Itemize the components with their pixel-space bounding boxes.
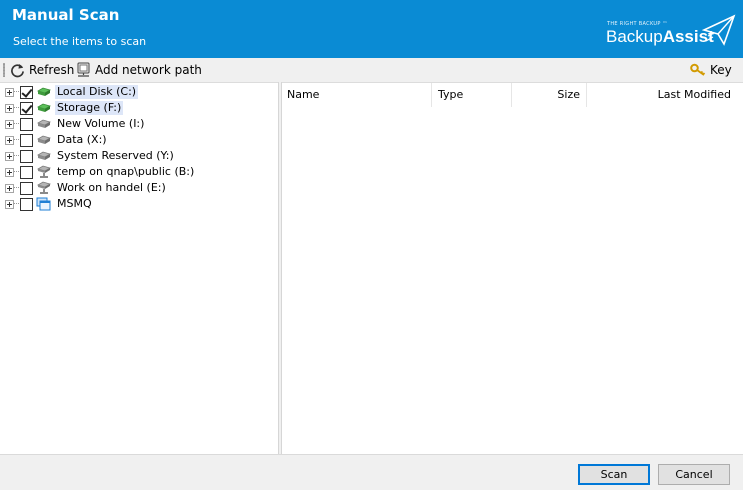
network-drive-add-icon bbox=[77, 62, 90, 77]
tree-connector bbox=[14, 139, 19, 141]
add-network-path-button[interactable]: Add network path bbox=[76, 61, 202, 79]
column-header-last-modified[interactable]: Last Modified bbox=[587, 83, 738, 107]
drive-green-icon bbox=[37, 87, 51, 96]
item-checkbox[interactable] bbox=[20, 117, 33, 131]
dialog-title: Manual Scan bbox=[12, 6, 120, 24]
source-tree[interactable]: Local Disk (C:) Storage (F:) New Volume … bbox=[0, 82, 278, 455]
tree-item-label: MSMQ bbox=[57, 197, 92, 210]
tree-connector bbox=[14, 203, 19, 205]
item-checkbox[interactable] bbox=[20, 197, 33, 211]
expand-toggle[interactable] bbox=[5, 119, 14, 129]
drive-green-icon bbox=[37, 103, 51, 112]
network-drive-icon bbox=[37, 181, 51, 194]
drive-gray-icon bbox=[37, 135, 51, 144]
paper-plane-icon bbox=[702, 14, 736, 46]
expand-toggle[interactable] bbox=[5, 199, 14, 209]
tree-item-label: Work on handel (E:) bbox=[57, 181, 166, 194]
tree-item[interactable]: Work on handel (E:) bbox=[0, 180, 168, 196]
tree-item[interactable]: temp on qnap\public (B:) bbox=[0, 164, 196, 180]
add-network-path-label: Add network path bbox=[95, 63, 202, 77]
tree-connector bbox=[14, 123, 19, 125]
tree-connector bbox=[14, 171, 19, 173]
tree-item-label: Storage (F:) bbox=[55, 101, 124, 115]
file-list-header: Name Type Size Last Modified bbox=[282, 83, 743, 107]
tree-item[interactable]: Data (X:) bbox=[0, 132, 109, 148]
tree-item[interactable]: System Reserved (Y:) bbox=[0, 148, 176, 164]
refresh-button[interactable]: Refresh bbox=[10, 61, 74, 79]
dialog-footer: Scan Cancel bbox=[0, 454, 743, 490]
expand-toggle[interactable] bbox=[5, 87, 14, 97]
drive-gray-icon bbox=[37, 151, 51, 160]
tree-item-label: System Reserved (Y:) bbox=[57, 149, 174, 162]
brand-name-light: Backup bbox=[606, 27, 663, 46]
toolbar-grip[interactable] bbox=[3, 63, 5, 77]
toolbar: Refresh Add network path Key bbox=[0, 58, 743, 82]
key-icon bbox=[690, 63, 706, 76]
item-checkbox[interactable] bbox=[20, 85, 33, 99]
tree-item[interactable]: New Volume (I:) bbox=[0, 116, 146, 132]
key-label: Key bbox=[710, 63, 732, 77]
column-header-size[interactable]: Size bbox=[512, 83, 587, 107]
expand-toggle[interactable] bbox=[5, 167, 14, 177]
refresh-icon bbox=[11, 63, 24, 77]
cancel-button[interactable]: Cancel bbox=[658, 464, 730, 485]
file-list[interactable]: Name Type Size Last Modified bbox=[282, 82, 743, 455]
msmq-icon bbox=[36, 197, 51, 211]
tree-connector bbox=[14, 155, 19, 157]
item-checkbox[interactable] bbox=[20, 133, 33, 147]
drive-gray-icon bbox=[37, 119, 51, 128]
tree-connector bbox=[14, 91, 19, 93]
header-banner: Manual Scan Select the items to scan THE… bbox=[0, 0, 743, 58]
scan-button[interactable]: Scan bbox=[578, 464, 650, 485]
column-header-name[interactable]: Name bbox=[282, 83, 432, 107]
expand-toggle[interactable] bbox=[5, 135, 14, 145]
tree-item[interactable]: MSMQ bbox=[0, 196, 94, 212]
column-header-type[interactable]: Type bbox=[432, 83, 512, 107]
key-button[interactable]: Key bbox=[690, 61, 732, 79]
brand-logo: THE RIGHT BACKUP ™ BackupAssist bbox=[606, 14, 738, 50]
network-drive-icon bbox=[37, 165, 51, 178]
expand-toggle[interactable] bbox=[5, 103, 14, 113]
item-checkbox[interactable] bbox=[20, 101, 33, 115]
expand-toggle[interactable] bbox=[5, 151, 14, 161]
item-checkbox[interactable] bbox=[20, 149, 33, 163]
refresh-label: Refresh bbox=[29, 63, 75, 77]
tree-item-label: temp on qnap\public (B:) bbox=[57, 165, 195, 178]
tree-connector bbox=[14, 187, 19, 189]
tree-item-label: Data (X:) bbox=[57, 133, 107, 146]
expand-toggle[interactable] bbox=[5, 183, 14, 193]
tree-item[interactable]: Storage (F:) bbox=[0, 100, 124, 116]
tree-connector bbox=[14, 107, 19, 109]
tree-item-label: Local Disk (C:) bbox=[55, 85, 139, 99]
item-checkbox[interactable] bbox=[20, 181, 33, 195]
tree-item[interactable]: Local Disk (C:) bbox=[0, 84, 139, 100]
tree-item-label: New Volume (I:) bbox=[57, 117, 145, 130]
brand-name: BackupAssist bbox=[606, 27, 714, 47]
item-checkbox[interactable] bbox=[20, 165, 33, 179]
dialog-subtitle: Select the items to scan bbox=[13, 35, 147, 48]
